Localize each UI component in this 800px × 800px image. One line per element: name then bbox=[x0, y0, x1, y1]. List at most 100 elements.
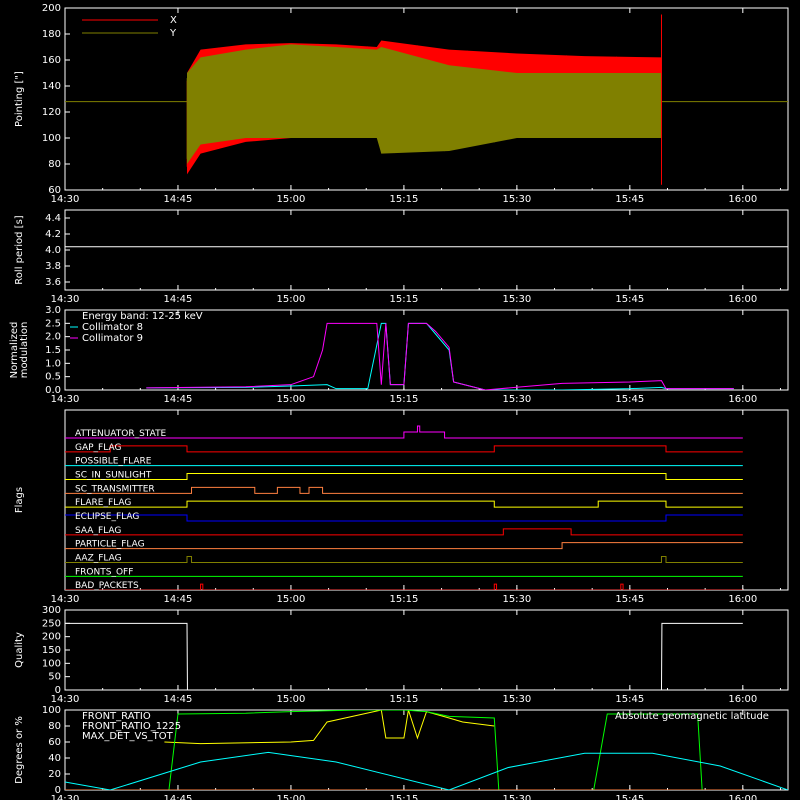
x-tick-label: 16:00 bbox=[728, 694, 757, 705]
y-tick-label: 200 bbox=[42, 632, 61, 643]
y-tick-label: 4.2 bbox=[45, 229, 61, 240]
flag-label: FRONTS_OFF bbox=[75, 567, 133, 577]
rhessi-observing-summary: 14:30 14:45 15:00 15:15 15:30 15:45 16:00 60 80 1… bbox=[0, 0, 800, 800]
x-tick-label: 15:30 bbox=[502, 794, 531, 800]
x-tick-label: 15:30 bbox=[502, 694, 531, 705]
flag-label: ECLIPSE_FLAG bbox=[75, 512, 139, 522]
y-tick-label: 100 bbox=[42, 658, 61, 669]
flag-line-sc-in-sunlight bbox=[65, 473, 743, 480]
x-tick-label: 15:15 bbox=[389, 294, 418, 305]
plot-area bbox=[146, 322, 734, 390]
legend-label: Energy band: 12-25 keV bbox=[82, 311, 203, 322]
y-tick-label: 120 bbox=[42, 107, 61, 118]
flag-label: FLARE_FLAG bbox=[75, 498, 131, 508]
y-axis-label: Pointing ["] bbox=[14, 71, 25, 127]
x-tick-label: 16:00 bbox=[728, 794, 757, 800]
x-tick-label: 16:00 bbox=[728, 594, 757, 605]
flag-line-aaz-flag bbox=[65, 556, 743, 563]
y-tick-label: 80 bbox=[48, 159, 61, 170]
y-tick-label: 140 bbox=[42, 81, 61, 92]
y-tick-label: 2.0 bbox=[45, 332, 61, 343]
flag-line-attenuator-state bbox=[65, 425, 743, 439]
quality-line bbox=[65, 622, 743, 690]
x-tick-label: 15:00 bbox=[277, 794, 306, 800]
x-tick-label: 14:45 bbox=[164, 594, 193, 605]
flag-label: PARTICLE_FLAG bbox=[75, 540, 145, 550]
x-tick-label: 15:00 bbox=[277, 694, 306, 705]
panel-5: 14:30 14:45 15:00 15:15 15:30 15:45 16:0002040… bbox=[14, 705, 789, 800]
x-tick-label: 15:45 bbox=[615, 594, 644, 605]
y-tick-label: 0.0 bbox=[45, 385, 61, 396]
modulation-collimator-8 bbox=[146, 322, 734, 390]
plot-area bbox=[65, 622, 743, 690]
y-axis-label: modulation bbox=[19, 322, 30, 379]
legend-label: Collimator 8 bbox=[82, 322, 143, 333]
flag-label: SAA_FLAG bbox=[75, 526, 121, 536]
plot-area bbox=[65, 14, 788, 185]
y-tick-label: 1.5 bbox=[45, 345, 61, 356]
flag-label: GAP_FLAG bbox=[75, 443, 121, 453]
flag-label: SC_TRANSMITTER bbox=[75, 484, 155, 494]
panel-4: 14:30 14:45 15:00 15:15 15:30 15:45 16:0005010… bbox=[14, 605, 789, 705]
y-axis-label: Roll period [s] bbox=[14, 215, 25, 284]
plot-area bbox=[65, 425, 743, 590]
legend-label-x: X bbox=[170, 15, 177, 26]
flag-label: AAZ_FLAG bbox=[75, 554, 122, 564]
x-tick-label: 14:30 bbox=[51, 294, 80, 305]
x-tick-label: 16:00 bbox=[728, 194, 757, 205]
y-tick-label: 2.5 bbox=[45, 318, 61, 329]
y-tick-label: 100 bbox=[42, 705, 61, 716]
series-latitude bbox=[65, 751, 788, 790]
y-tick-label: 0 bbox=[55, 685, 61, 696]
x-tick-label: 14:45 bbox=[164, 694, 193, 705]
x-tick-label: 15:00 bbox=[277, 194, 306, 205]
flag-label: BAD_PACKETS bbox=[75, 581, 139, 591]
y-tick-label: 1.0 bbox=[45, 358, 61, 369]
flag-line-flare-flag bbox=[65, 500, 743, 508]
y-tick-label: 3.6 bbox=[45, 277, 61, 288]
y-tick-label: 60 bbox=[48, 737, 61, 748]
x-tick-label: 15:45 bbox=[615, 794, 644, 800]
modulation-collimator-9 bbox=[146, 322, 734, 390]
y-axis-label: Quality bbox=[14, 632, 25, 668]
x-tick-label: 15:00 bbox=[277, 394, 306, 405]
x-tick-label: 15:45 bbox=[615, 694, 644, 705]
panel-frame bbox=[64, 309, 789, 391]
panel-frame bbox=[64, 609, 789, 691]
x-tick-label: 15:30 bbox=[502, 294, 531, 305]
y-tick-label: 80 bbox=[48, 721, 61, 732]
x-tick-label: 16:00 bbox=[728, 394, 757, 405]
x-tick-label: 15:45 bbox=[615, 294, 644, 305]
flag-line-gap-flag bbox=[65, 445, 743, 453]
summary-figure: 14:30 14:45 15:00 15:15 15:30 15:45 16:00 60 80 1… bbox=[9, 3, 789, 800]
legend-label: Collimator 9 bbox=[82, 333, 143, 344]
x-tick-label: 15:00 bbox=[277, 594, 306, 605]
flag-label: SC_IN_SUNLIGHT bbox=[75, 471, 152, 481]
x-tick-label: 15:15 bbox=[389, 394, 418, 405]
y-axis-label: Flags bbox=[14, 487, 25, 513]
x-tick-label: 15:45 bbox=[615, 194, 644, 205]
y-tick-label: 40 bbox=[48, 753, 61, 764]
x-tick-label: 14:45 bbox=[164, 394, 193, 405]
legend-label-y: Y bbox=[169, 28, 177, 39]
x-tick-label: 15:30 bbox=[502, 194, 531, 205]
panel-3: 14:30 14:45 15:00 15:15 15:30 15:45 16:00 Flags… bbox=[14, 409, 789, 605]
flag-line-eclipse-flag bbox=[65, 514, 743, 522]
x-tick-label: 15:15 bbox=[389, 694, 418, 705]
y-tick-label: 3.8 bbox=[45, 261, 61, 272]
x-tick-label: 14:45 bbox=[164, 194, 193, 205]
flag-label: POSSIBLE_FLARE bbox=[75, 457, 152, 467]
y-tick-label: 100 bbox=[42, 133, 61, 144]
y-tick-label: 180 bbox=[42, 29, 61, 40]
y-tick-label: 150 bbox=[42, 645, 61, 656]
panel-2: 14:30 14:45 15:00 15:15 15:30 15:45 16:000.00.… bbox=[9, 305, 789, 405]
y-tick-label: 4.0 bbox=[45, 245, 61, 256]
x-tick-label: 15:15 bbox=[389, 594, 418, 605]
x-tick-label: 15:00 bbox=[277, 294, 306, 305]
x-tick-label: 16:00 bbox=[728, 294, 757, 305]
panel-frame bbox=[64, 209, 789, 291]
x-tick-label: 15:15 bbox=[389, 794, 418, 800]
latitude-annotation: Absolute geomagnetic latitude bbox=[615, 711, 769, 722]
y-tick-label: 3.0 bbox=[45, 305, 61, 316]
y-tick-label: 300 bbox=[42, 605, 61, 616]
